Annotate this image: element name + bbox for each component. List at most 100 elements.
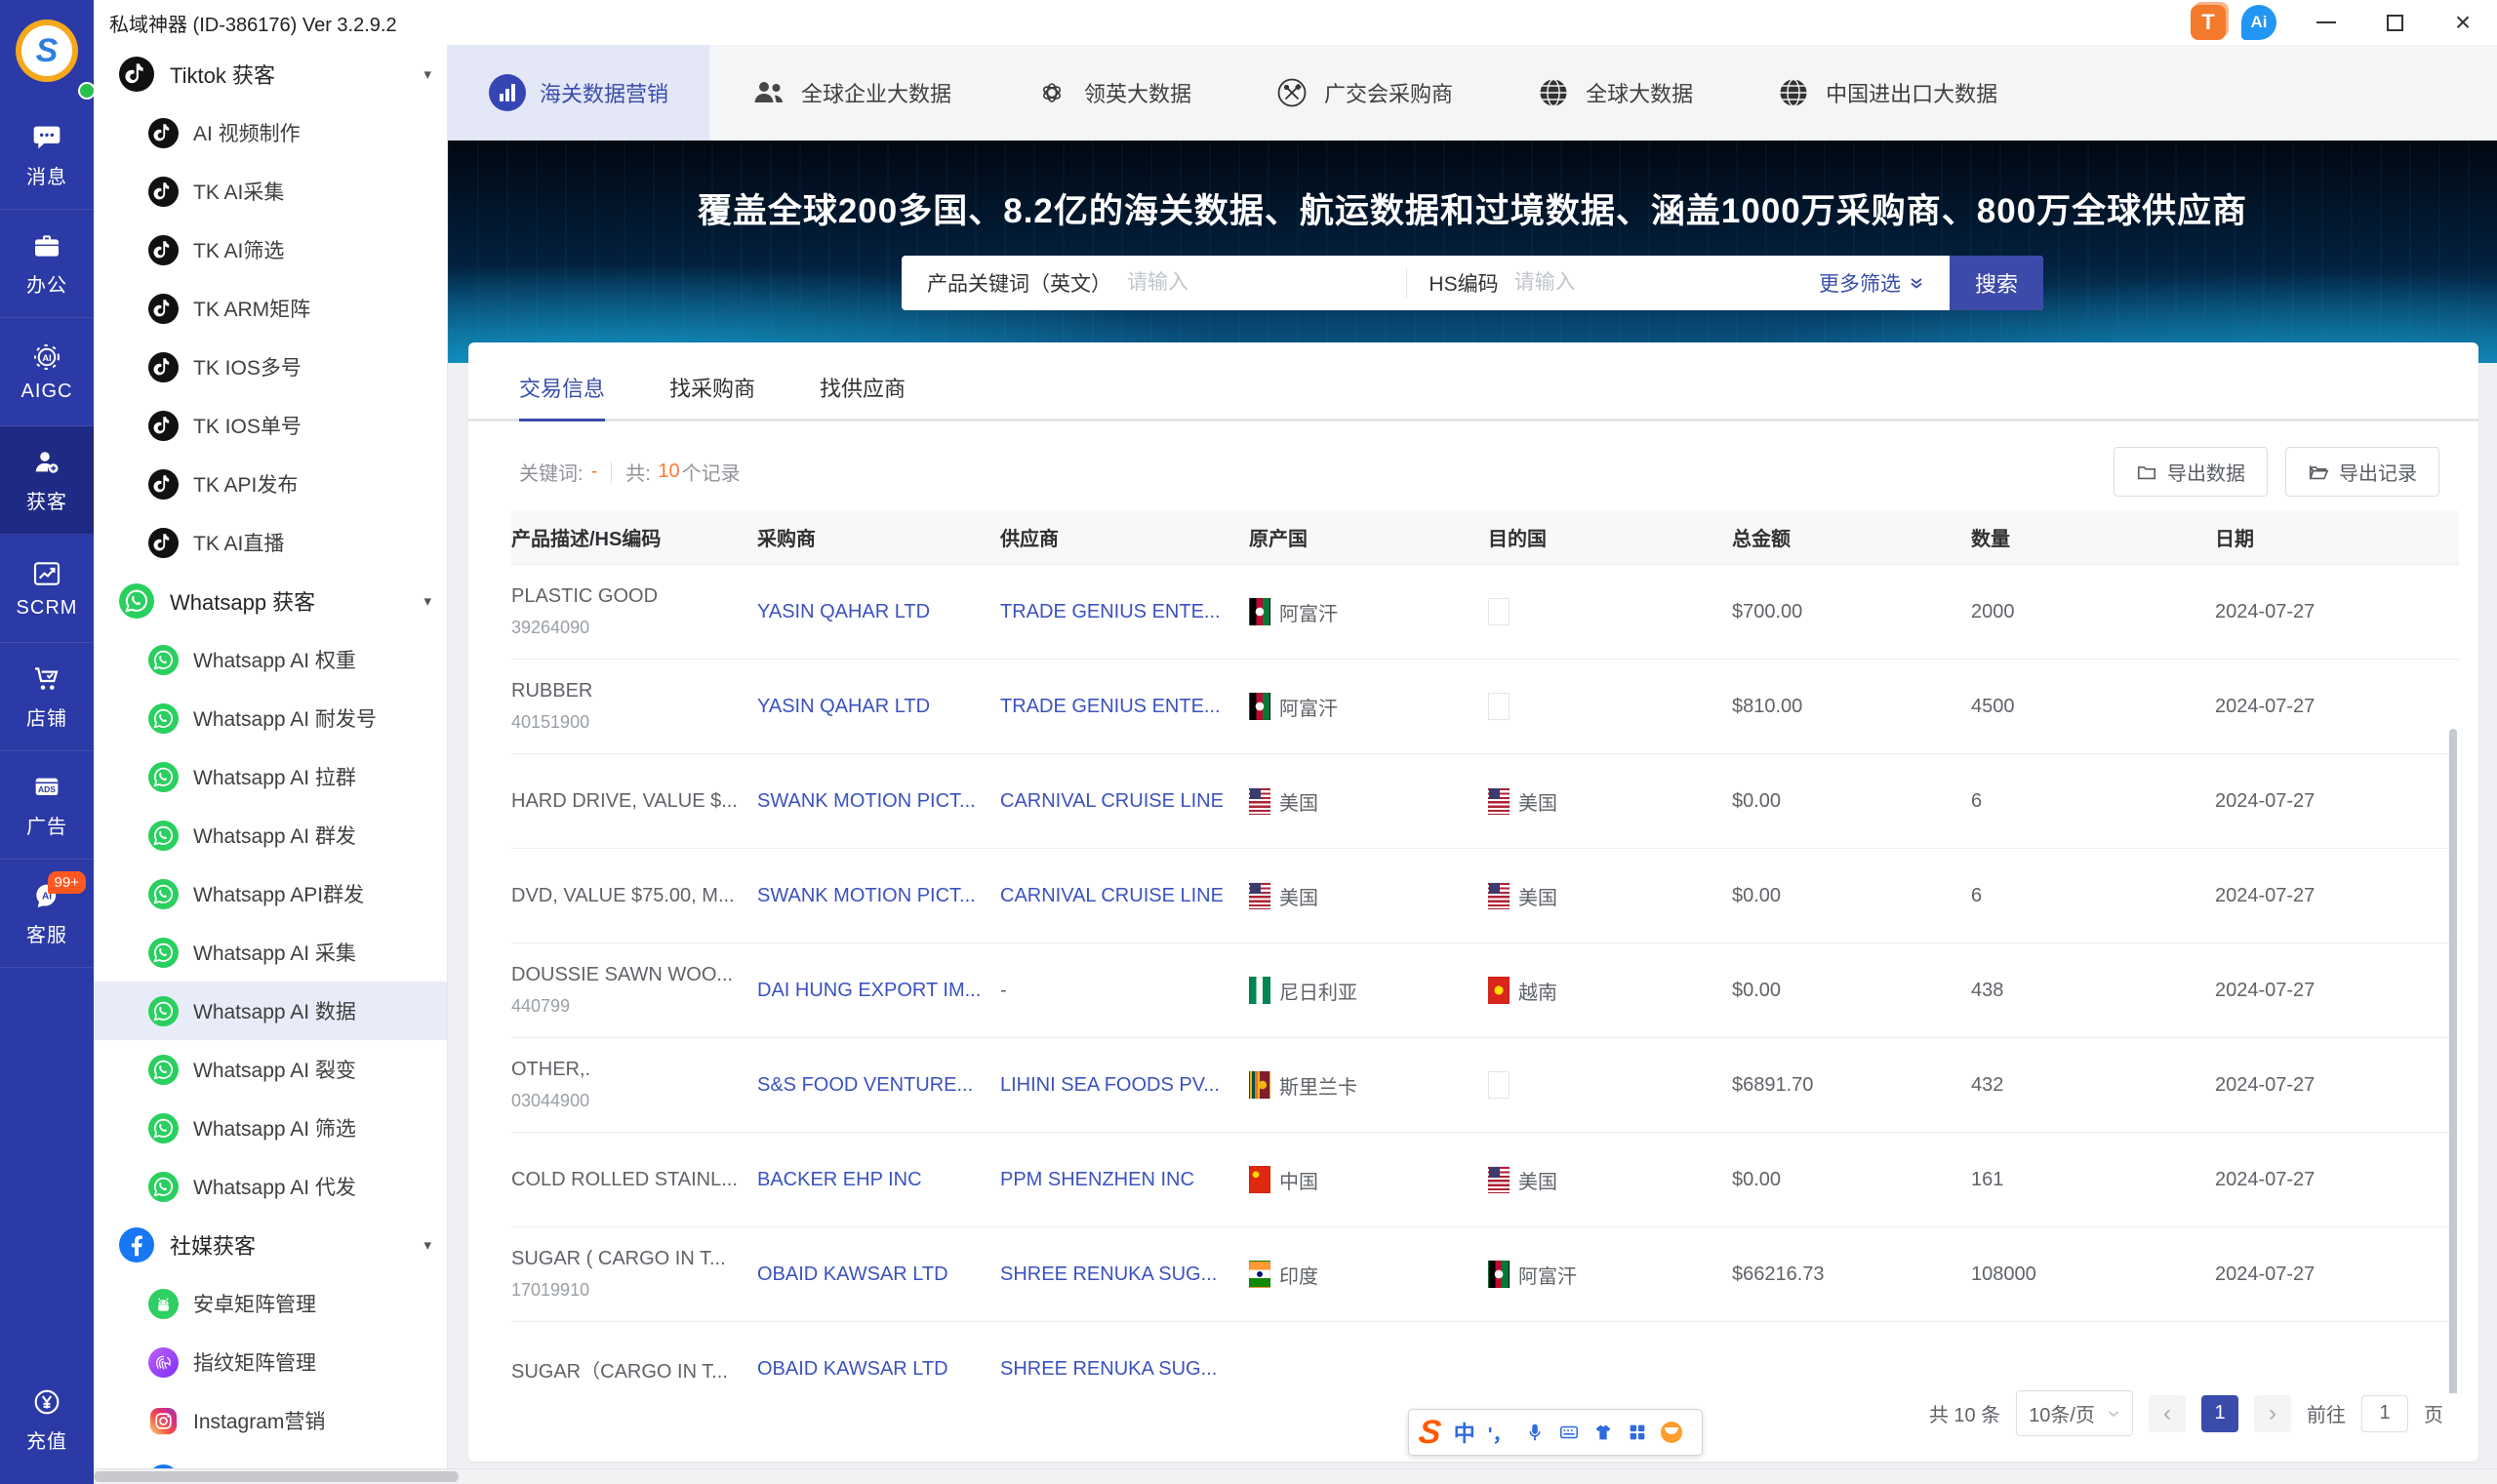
table-row[interactable]: PLASTIC GOOD 39264090 YASIN QAHAR LTD TRADE… <box>511 565 2459 660</box>
tab-找供应商[interactable]: 找供应商 <box>820 372 906 421</box>
sidebar-item[interactable]: Instagram营销 <box>94 1391 447 1450</box>
rail-item-scrm[interactable]: SCRM <box>0 535 94 643</box>
search-button[interactable]: 搜索 <box>1950 256 2043 310</box>
rail-item-office[interactable]: 办公 <box>0 210 94 318</box>
table-row[interactable]: HARD DRIVE, VALUE $... SWANK MOTION PICT.… <box>511 754 2459 849</box>
sidebar-item[interactable]: Whatsapp AI 群发 <box>94 806 447 864</box>
table-row[interactable]: OTHER,. 03044900 S&S FOOD VENTURE... LIHINI… <box>511 1038 2459 1133</box>
supplier-link[interactable]: TRADE GENIUS ENTE... <box>1000 601 1221 622</box>
buyer-link[interactable]: DAI HUNG EXPORT IM... <box>757 980 981 1001</box>
rail-item-service[interactable]: AI 客服 99+ <box>0 860 94 968</box>
sidebar-item[interactable]: Whatsapp AI 权重 <box>94 630 447 689</box>
supplier-link[interactable]: CARNIVAL CRUISE LINE <box>1000 790 1224 812</box>
sidebar-item[interactable]: TK AI筛选 <box>94 221 447 279</box>
buyer-link[interactable]: BACKER EHP INC <box>757 1169 922 1190</box>
sidebar-item[interactable]: 指纹矩阵管理 <box>94 1333 447 1391</box>
mic-icon[interactable] <box>1524 1422 1546 1443</box>
supplier-link[interactable]: CARNIVAL CRUISE LINE <box>1000 885 1224 906</box>
skin-icon[interactable] <box>1592 1422 1614 1443</box>
rail-item-recharge[interactable]: 充值 <box>0 1373 94 1466</box>
rail-item-ads[interactable]: ADS 广告 <box>0 751 94 860</box>
translate-icon[interactable]: T <box>2191 5 2226 40</box>
sidebar-item[interactable]: AI 视频制作 <box>94 103 447 162</box>
supplier-link[interactable]: SHREE RENUKA SUG... <box>1000 1263 1217 1285</box>
keyboard-icon[interactable] <box>1558 1422 1580 1443</box>
sidebar-item[interactable]: TK API发布 <box>94 455 447 513</box>
sidebar-item[interactable]: TK AI采集 <box>94 162 447 221</box>
supplier-link[interactable]: LIHINI SEA FOODS PV... <box>1000 1074 1220 1096</box>
sidebar-item[interactable]: Whatsapp AI 拉群 <box>94 747 447 806</box>
rail-item-customer[interactable]: 获客 <box>0 426 94 535</box>
sidebar-group-whatsapp[interactable]: Whatsapp 获客 ▾ <box>94 572 447 630</box>
table-row[interactable]: SUGAR ( CARGO IN T... 17019910 OBAID KAWSA… <box>511 1227 2459 1322</box>
sidebar-item[interactable]: Whatsapp AI 耐发号 <box>94 689 447 747</box>
nav-tab[interactable]: 海关数据营销 <box>448 45 710 140</box>
supplier-link[interactable]: PPM SHENZHEN INC <box>1000 1169 1194 1190</box>
sidebar-item[interactable]: Whatsapp AI 筛选 <box>94 1099 447 1157</box>
buyer-link[interactable]: S&S FOOD VENTURE... <box>757 1074 973 1096</box>
table-row[interactable]: COLD ROLLED STAINL... BACKER EHP INC PPM S… <box>511 1133 2459 1227</box>
keyword-input[interactable] <box>1125 270 1397 296</box>
nav-tab[interactable]: 全球大数据 <box>1494 45 1734 140</box>
current-page-button[interactable]: 1 <box>2201 1394 2238 1432</box>
punctuation-icon[interactable]: '， <box>1488 1419 1512 1447</box>
prev-page-button[interactable]: ‹ <box>2149 1394 2186 1432</box>
ai-chat-icon[interactable]: Ai <box>2241 5 2276 40</box>
close-button[interactable]: × <box>2429 0 2497 45</box>
nav-tab[interactable]: 全球企业大数据 <box>709 45 992 140</box>
sidebar-item[interactable]: Whatsapp AI 数据 <box>94 982 447 1040</box>
buyer-link[interactable]: OBAID KAWSAR LTD <box>757 1358 948 1380</box>
sidebar-group-social[interactable]: 社媒获客 ▾ <box>94 1216 447 1274</box>
vertical-scrollbar[interactable] <box>2449 729 2457 1393</box>
sidebar-item[interactable]: Whatsapp AI 采集 <box>94 923 447 982</box>
table-row[interactable]: RUBBER 40151900 YASIN QAHAR LTD TRADE GENIU… <box>511 660 2459 754</box>
tab-交易信息[interactable]: 交易信息 <box>519 372 606 421</box>
nav-tab[interactable]: 中国进出口大数据 <box>1734 45 2038 140</box>
table-row[interactable]: DOUSSIE SAWN WOO... 440799 DAI HUNG EXPORT… <box>511 943 2459 1038</box>
sidebar-item[interactable]: TK ARM矩阵 <box>94 279 447 338</box>
sidebar-item[interactable]: Whatsapp API群发 <box>94 864 447 923</box>
origin-country-cell <box>1249 1355 1488 1383</box>
sidebar-group-tiktok[interactable]: Tiktok 获客 ▾ <box>94 45 447 103</box>
table-row[interactable]: DVD, VALUE $75.00, M... SWANK MOTION PICT… <box>511 849 2459 943</box>
supplier-link[interactable]: TRADE GENIUS ENTE... <box>1000 696 1221 717</box>
emoji-icon[interactable] <box>1661 1422 1683 1443</box>
buyer-link[interactable]: OBAID KAWSAR LTD <box>757 1263 948 1285</box>
chinese-mode-icon[interactable]: 中 <box>1454 1417 1475 1448</box>
table-row[interactable]: SUGAR（CARGO IN T... OBAID KAWSAR LTD SHREE… <box>511 1322 2459 1393</box>
sidebar-item[interactable]: 安卓矩阵管理 <box>94 1274 447 1333</box>
horizontal-scrollbar[interactable] <box>94 1471 459 1482</box>
buyer-link[interactable]: SWANK MOTION PICT... <box>757 790 976 812</box>
buyer-link[interactable]: SWANK MOTION PICT... <box>757 885 976 906</box>
buyer-link[interactable]: YASIN QAHAR LTD <box>757 696 930 717</box>
buyer-link[interactable]: YASIN QAHAR LTD <box>757 601 930 622</box>
sidebar-item[interactable]: TK AI直播 <box>94 513 447 572</box>
sidebar-item[interactable]: TK IOS多号 <box>94 338 447 396</box>
rail-item-aigc[interactable]: AI AIGC <box>0 318 94 426</box>
nav-tab[interactable]: 广交会采购商 <box>1232 45 1494 140</box>
supplier-link[interactable]: SHREE RENUKA SUG... <box>1000 1358 1217 1380</box>
chevron-down-icon[interactable]: ▾ <box>423 1236 431 1254</box>
apps-grid-icon[interactable] <box>1627 1422 1648 1443</box>
sidebar-item[interactable]: Whatsapp AI 裂变 <box>94 1040 447 1099</box>
goto-page-input[interactable] <box>2361 1394 2408 1432</box>
export-data-button[interactable]: 导出数据 <box>2114 447 2268 497</box>
maximize-button[interactable] <box>2360 0 2429 45</box>
sidebar-item[interactable]: Whatsapp AI 代发 <box>94 1157 447 1216</box>
rail-item-shop[interactable]: 店铺 <box>0 643 94 751</box>
sidebar-item[interactable]: TK IOS单号 <box>94 396 447 455</box>
minimize-button[interactable] <box>2292 0 2360 45</box>
rail-item-message[interactable]: 消息 <box>0 101 94 210</box>
page-size-select[interactable]: 10条/页 <box>2016 1390 2133 1436</box>
nav-tab[interactable]: 领英大数据 <box>992 45 1232 140</box>
sogou-logo[interactable]: S <box>1417 1414 1443 1451</box>
chevron-down-icon[interactable]: ▾ <box>423 592 431 610</box>
more-filters-button[interactable]: 更多筛选 <box>1793 268 1950 298</box>
hs-code-input[interactable] <box>1511 270 1784 296</box>
next-page-button[interactable]: › <box>2254 1394 2291 1432</box>
chevron-down-icon[interactable]: ▾ <box>423 65 431 83</box>
tab-找采购商[interactable]: 找采购商 <box>669 372 755 421</box>
app-logo[interactable]: S <box>0 0 96 101</box>
sidebar-item[interactable]: Facebook 营销 <box>94 1450 447 1468</box>
export-log-button[interactable]: 导出记录 <box>2285 447 2439 497</box>
